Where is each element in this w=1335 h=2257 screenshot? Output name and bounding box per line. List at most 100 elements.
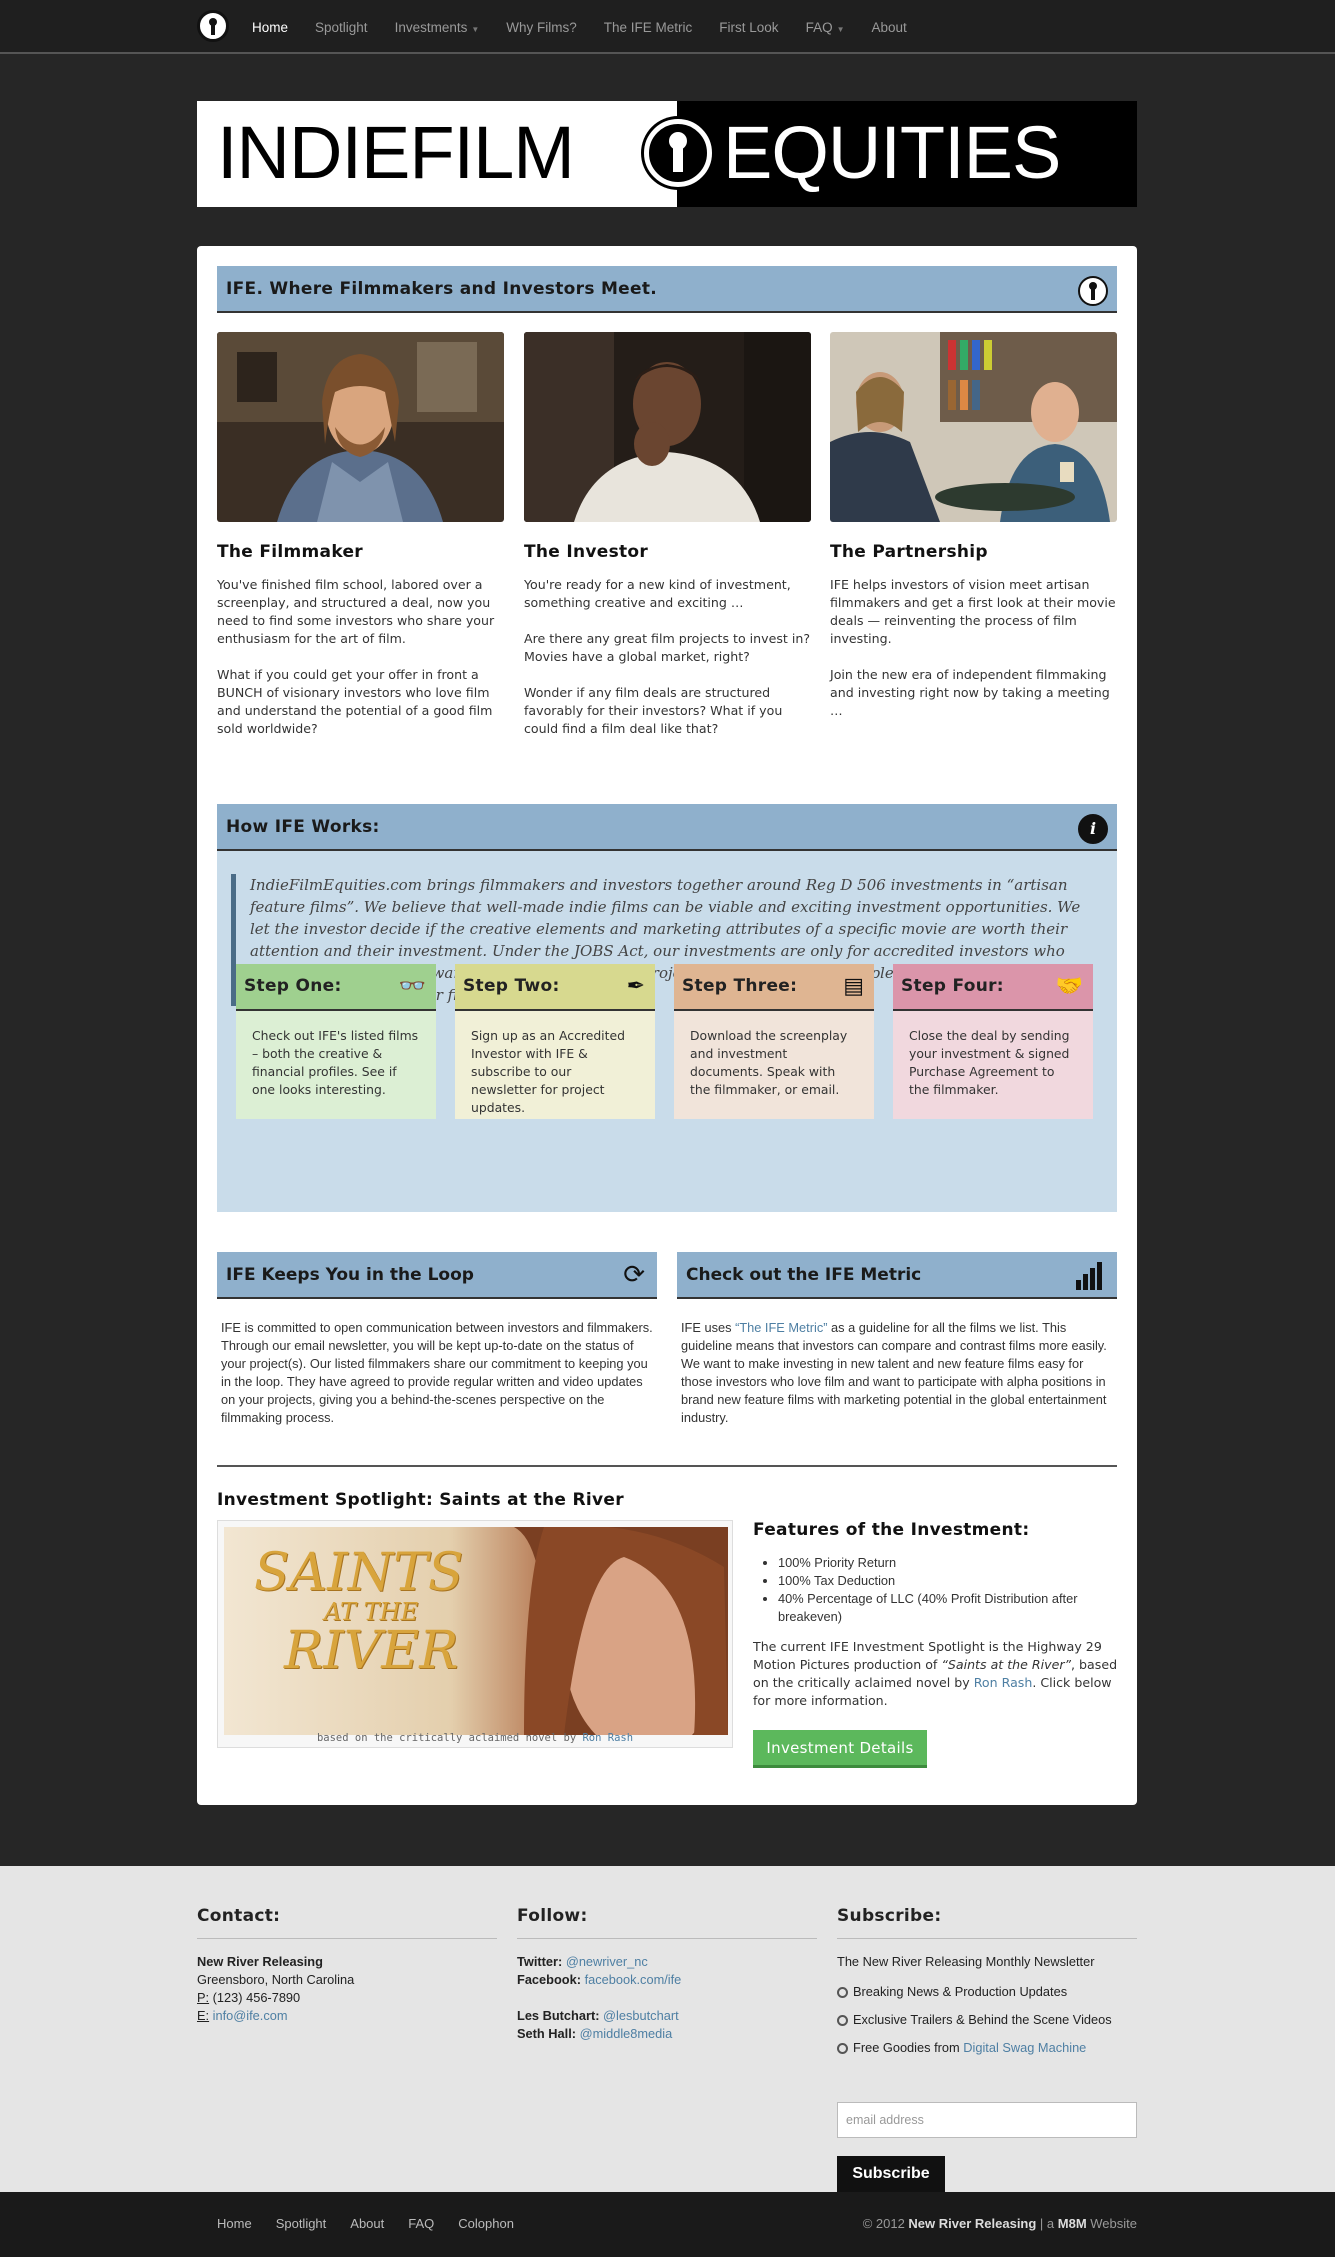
contact-phone: P: (123) 456-7890 — [197, 1989, 497, 2007]
ife-metric-link[interactable]: “The IFE Metric” — [735, 1320, 827, 1335]
step-one-card: Step One: 👓 Check out IFE's listed films … — [236, 964, 436, 1119]
contact-title: Contact: — [197, 1906, 497, 1939]
footer-link-faq[interactable]: FAQ — [408, 2216, 434, 2231]
spotlight-poster-image[interactable]: SAINTS AT THE RIVER — [224, 1527, 728, 1735]
how-works-header: How IFE Works: i — [217, 804, 1117, 851]
bar-chart-icon — [1075, 1260, 1105, 1297]
step-title: Step Two: — [463, 976, 560, 996]
investor-text: Are there any great film projects to inv… — [524, 631, 811, 664]
metric-header: Check out the IFE Metric — [677, 1252, 1117, 1299]
filmmaker-text: What if you could get your offer in fron… — [217, 667, 493, 736]
nav-item-investments[interactable]: Investments ▼ — [395, 20, 480, 35]
facebook-label: Facebook: — [517, 1972, 581, 1987]
partnership-photo — [830, 332, 1117, 522]
investor-text: You're ready for a new kind of investmen… — [524, 577, 791, 610]
loop-header: IFE Keeps You in the Loop ⟳ — [217, 1252, 657, 1299]
nav-item-label: FAQ — [805, 19, 833, 35]
phone-value: (123) 456-7890 — [212, 1990, 301, 2005]
copyright: © 2012 New River Releasing | a M8M Websi… — [863, 2216, 1137, 2231]
spotlight-description: The current IFE Investment Spotlight is … — [753, 1638, 1123, 1710]
how-works-title: How IFE Works: — [226, 817, 380, 837]
investor-photo — [524, 332, 811, 522]
facebook-link[interactable]: facebook.com/ife — [585, 1972, 682, 1987]
site-banner-logo[interactable]: INDIEFILM EQUITIES — [197, 101, 1137, 207]
desc-film-title: “Saints at the River” — [941, 1657, 1072, 1672]
loop-title: IFE Keeps You in the Loop — [226, 1265, 474, 1285]
copyright-brand[interactable]: M8M — [1058, 2216, 1087, 2231]
filmmaker-photo — [217, 332, 504, 522]
les-line: Les Butchart: @lesbutchart — [517, 2007, 817, 2025]
ron-rash-link[interactable]: Ron Rash — [974, 1675, 1033, 1690]
investor-title: The Investor — [524, 542, 649, 562]
les-twitter-link[interactable]: @lesbutchart — [603, 2008, 679, 2023]
nav-item-first-look[interactable]: First Look — [719, 20, 778, 35]
follow-title: Follow: — [517, 1906, 817, 1939]
subscribe-bullet: Breaking News & Production Updates — [837, 1983, 1137, 2001]
step-body: Check out IFE's listed films – both the … — [236, 1011, 436, 1119]
metric-text: IFE uses “The IFE Metric” as a guideline… — [677, 1299, 1117, 1427]
investment-features: Features of the Investment: 100% Priorit… — [753, 1520, 1123, 1710]
twitter-link[interactable]: @newriver_nc — [566, 1954, 648, 1969]
copyright-company[interactable]: New River Releasing — [908, 2216, 1036, 2231]
contact-city: Greensboro, North Carolina — [197, 1972, 355, 1987]
subscribe-column: Subscribe: The New River Releasing Month… — [837, 1906, 1137, 2192]
metric-title: Check out the IFE Metric — [686, 1265, 922, 1285]
subscribe-bullet: Exclusive Trailers & Behind the Scene Vi… — [837, 2011, 1137, 2029]
nav-item-faq[interactable]: FAQ ▼ — [806, 20, 845, 35]
investment-details-button[interactable]: Investment Details — [753, 1730, 927, 1768]
seth-twitter-link[interactable]: @middle8media — [580, 2026, 673, 2041]
seth-label: Seth Hall: — [517, 2026, 577, 2041]
email-input[interactable]: email address — [837, 2102, 1137, 2138]
footer-link-home[interactable]: Home — [217, 2216, 252, 2231]
poster-title-art: SAINTS AT THE RIVER — [254, 1547, 464, 1677]
intro-header: IFE. Where Filmmakers and Investors Meet… — [217, 266, 1117, 313]
nav-item-about[interactable]: About — [872, 20, 907, 35]
twitter-line: Twitter: @newriver_nc — [517, 1953, 817, 1971]
step-body: Sign up as an Accredited Investor with I… — [455, 1011, 655, 1119]
info-icon: i — [1078, 814, 1108, 844]
footer-nav: Home Spotlight About FAQ Colophon — [217, 2216, 538, 2231]
metric-section: Check out the IFE Metric IFE uses “The I… — [677, 1252, 1117, 1427]
step-header: Step One: 👓 — [236, 964, 436, 1011]
feature-item: 40% Percentage of LLC (40% Profit Distri… — [778, 1590, 1123, 1626]
partnership-column: The Partnership IFE helps investors of v… — [830, 542, 1120, 738]
nav-item-home[interactable]: Home — [252, 20, 288, 35]
step-header: Step Three: ▤ — [674, 964, 874, 1011]
nav-item-spotlight[interactable]: Spotlight — [315, 20, 368, 35]
step-two-card: Step Two: ✒ Sign up as an Accredited Inve… — [455, 964, 655, 1119]
metric-text-start: IFE uses — [681, 1320, 736, 1335]
metric-text-end: as a guideline for all the films we list… — [681, 1320, 1107, 1425]
email-link[interactable]: info@ife.com — [213, 2008, 288, 2023]
keyhole-icon — [644, 119, 712, 187]
subscribe-button[interactable]: Subscribe — [837, 2156, 945, 2192]
nav-item-label: Investments — [394, 19, 468, 35]
ron-rash-link[interactable]: Ron Rash — [582, 1732, 633, 1744]
poster-line-3: RIVER — [284, 1621, 459, 1681]
step-four-card: Step Four: 🤝 Close the deal by sending yo… — [893, 964, 1093, 1119]
phone-label: P: — [197, 1990, 210, 2005]
contact-email: E: info@ife.com — [197, 2007, 497, 2025]
keyhole-logo-icon[interactable] — [197, 10, 229, 42]
subscribe-desc: The New River Releasing Monthly Newslett… — [837, 1954, 1095, 1969]
digital-swag-link[interactable]: Digital Swag Machine — [963, 2040, 1086, 2055]
email-label: E: — [197, 2008, 210, 2023]
footer-link-about[interactable]: About — [350, 2216, 384, 2231]
investor-text: Wonder if any film deals are structured … — [524, 685, 783, 736]
refresh-icon: ⟳ — [623, 1260, 645, 1290]
caret-down-icon: ▼ — [836, 24, 845, 34]
nav-item-ife-metric[interactable]: The IFE Metric — [604, 20, 693, 35]
footer-link-colophon[interactable]: Colophon — [458, 2216, 514, 2231]
features-title: Features of the Investment: — [753, 1520, 1030, 1540]
nav-item-why-films[interactable]: Why Films? — [506, 20, 577, 35]
subscribe-bullet: Free Goodies from Digital Swag Machine — [837, 2039, 1137, 2057]
spotlight-title: Investment Spotlight: Saints at the Rive… — [217, 1490, 624, 1510]
filmmaker-text: You've finished film school, labored ove… — [217, 577, 495, 646]
handshake-icon: 🤝 — [1055, 974, 1083, 999]
seth-line: Seth Hall: @middle8media — [517, 2025, 817, 2043]
step-header: Step Four: 🤝 — [893, 964, 1093, 1011]
footer-link-spotlight[interactable]: Spotlight — [276, 2216, 327, 2231]
intro-title: IFE. Where Filmmakers and Investors Meet… — [226, 279, 658, 299]
top-navbar: Home Spotlight Investments ▼ Why Films? T… — [0, 0, 1335, 54]
poster-line-1: SAINTS — [254, 1543, 464, 1603]
nav-menu: Home Spotlight Investments ▼ Why Films? T… — [252, 0, 934, 54]
